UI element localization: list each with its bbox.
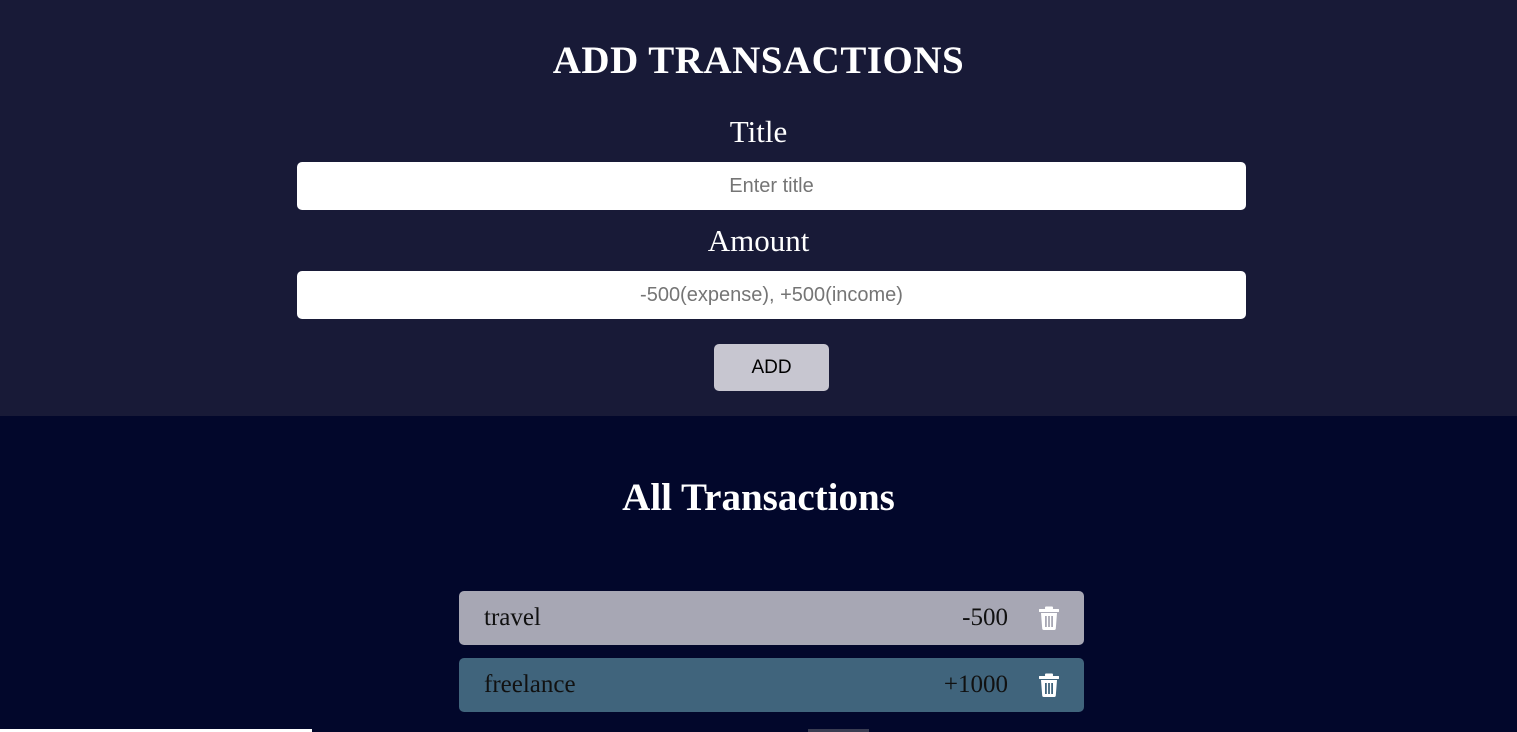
- add-button[interactable]: ADD: [714, 344, 829, 391]
- trash-icon: [1039, 673, 1059, 697]
- add-transactions-heading: ADD TRANSACTIONS: [552, 39, 965, 82]
- all-transactions-heading: All Transactions: [622, 476, 895, 519]
- transaction-row: freelance +1000: [459, 658, 1084, 712]
- transaction-name: travel: [484, 604, 541, 631]
- page: ADD TRANSACTIONS Title Amount ADD All Tr…: [0, 0, 1517, 732]
- title-label: Title: [729, 114, 788, 149]
- transactions-list-section: All Transactions travel -500 freelance +…: [0, 416, 1517, 732]
- trash-icon: [1039, 606, 1059, 630]
- transaction-row: travel -500: [459, 591, 1084, 645]
- transaction-amount: +1000: [943, 671, 1008, 698]
- delete-transaction-button[interactable]: [1036, 672, 1062, 698]
- amount-input[interactable]: [297, 271, 1246, 319]
- transaction-name: freelance: [484, 671, 576, 698]
- add-transaction-section: ADD TRANSACTIONS Title Amount ADD: [0, 0, 1517, 416]
- amount-label: Amount: [707, 223, 810, 258]
- delete-transaction-button[interactable]: [1036, 605, 1062, 631]
- title-input[interactable]: [297, 162, 1246, 210]
- transaction-amount: -500: [962, 604, 1008, 631]
